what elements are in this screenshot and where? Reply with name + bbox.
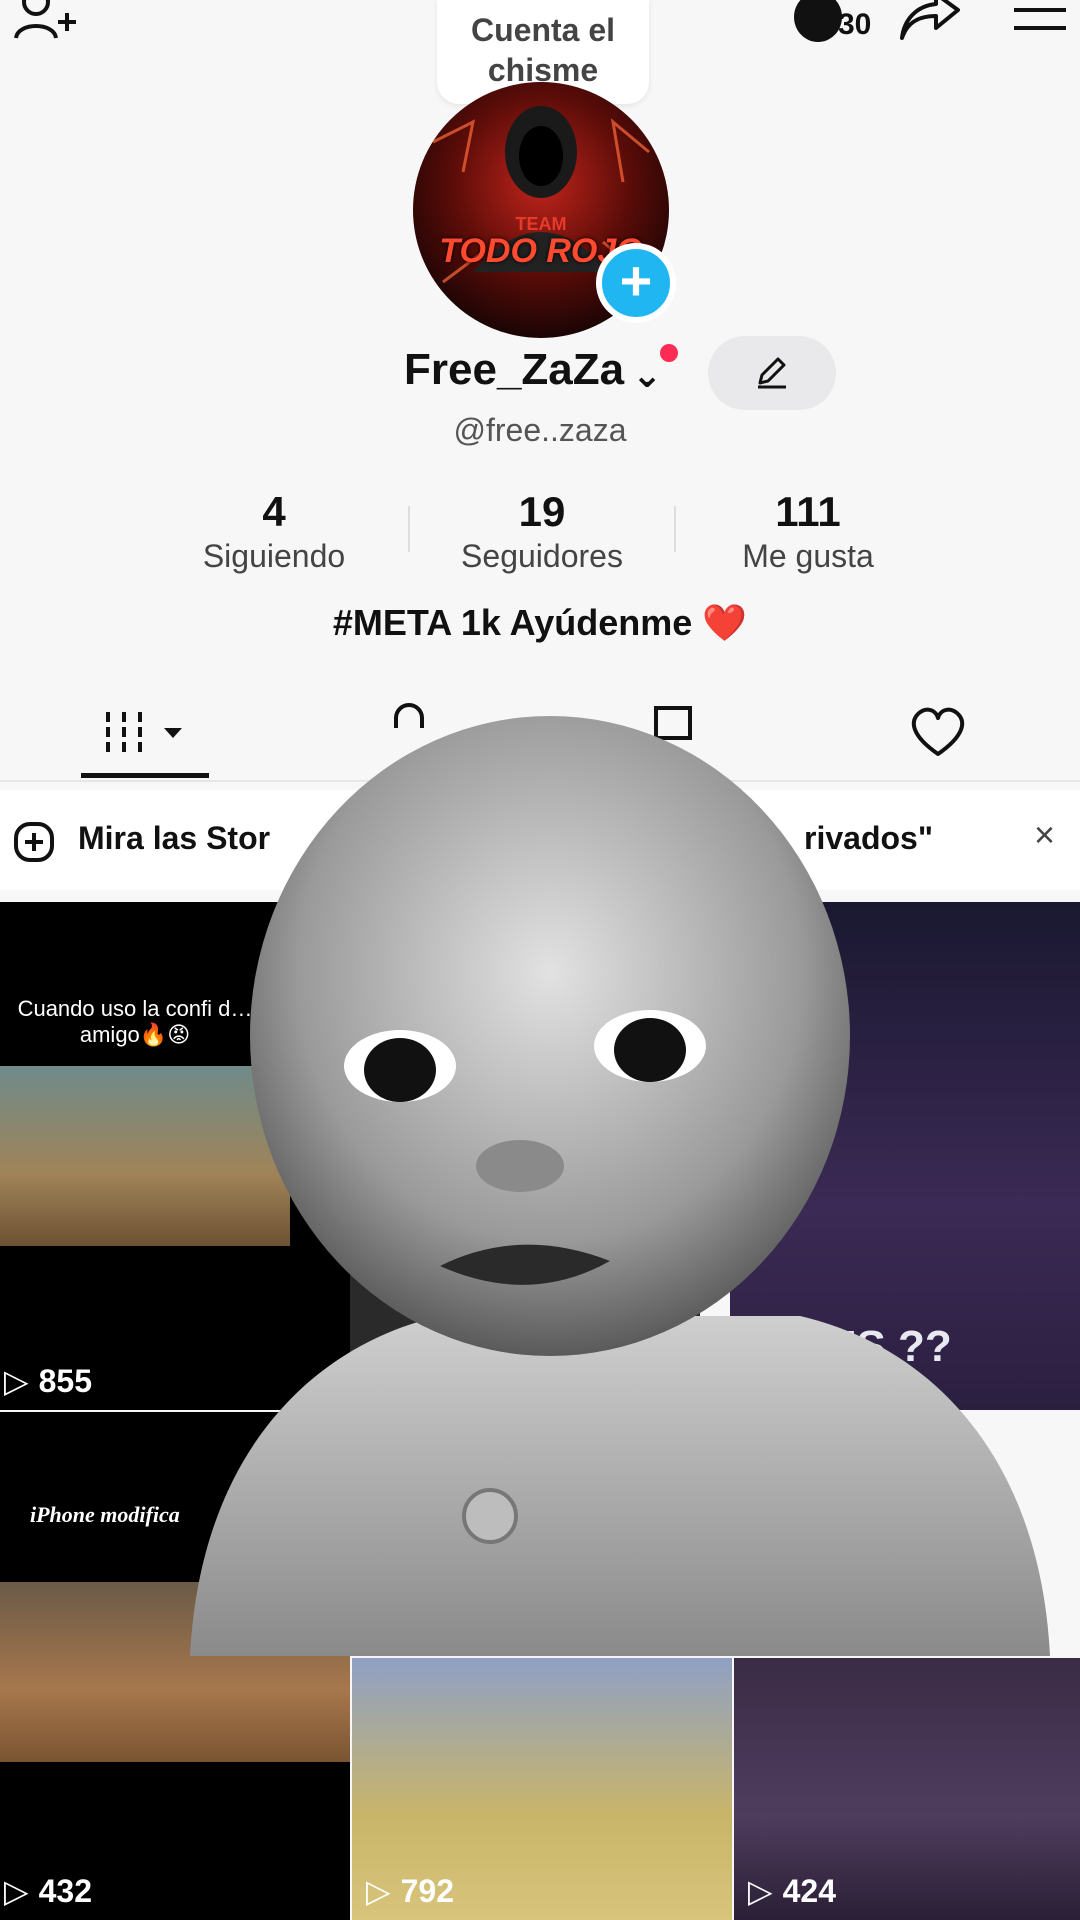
tab-videos[interactable]: [100, 704, 200, 764]
grid-icon: [106, 712, 182, 754]
bubble-line-1: Cuenta el: [470, 12, 616, 48]
username[interactable]: Free_ZaZa: [404, 345, 624, 395]
stat-value: 111: [775, 488, 841, 535]
baby-sticker: [190, 696, 1050, 1656]
pencil-icon: [758, 357, 786, 389]
bio: #META 1k Ayúdenme ❤️: [332, 602, 748, 643]
divider: [408, 506, 410, 552]
view-count-value: 855: [38, 1363, 92, 1399]
user-handle: @free..zaza: [453, 412, 627, 448]
add-story-button[interactable]: +: [596, 243, 676, 323]
divider: [674, 506, 676, 552]
add-friend-icon[interactable]: [12, 0, 78, 40]
stat-value: 4: [262, 488, 286, 535]
play-icon: ▷: [4, 1363, 29, 1399]
menu-icon[interactable]: [1012, 6, 1068, 34]
add-circle-icon: [14, 822, 54, 862]
stat-following[interactable]: 4 Siguiendo: [154, 488, 394, 575]
play-icon: ▷: [748, 1873, 773, 1909]
share-icon[interactable]: [898, 0, 962, 40]
view-count: ▷ 432: [4, 1872, 92, 1910]
stat-followers[interactable]: 19 Seguidores: [422, 488, 662, 575]
notification-badge[interactable]: 30: [794, 0, 878, 44]
view-count-value: 792: [400, 1873, 454, 1909]
stat-label: Me gusta: [742, 538, 874, 574]
view-count: ▷ 855: [4, 1362, 92, 1400]
stat-label: Siguiendo: [202, 538, 346, 574]
stat-value: 19: [518, 488, 566, 535]
view-count-value: 432: [38, 1873, 92, 1909]
play-icon: ▷: [4, 1873, 29, 1909]
stat-likes[interactable]: 111 Me gusta: [688, 488, 928, 575]
video-thumbnail[interactable]: ▷ 792: [352, 1658, 732, 1920]
edit-profile-button[interactable]: [708, 336, 836, 410]
chevron-down-icon[interactable]: ⌄: [632, 354, 662, 396]
notification-count: 30: [838, 8, 872, 41]
view-count: ▷ 792: [366, 1872, 454, 1910]
video-thumbnail[interactable]: ▷ 424: [734, 1658, 1080, 1920]
view-count-value: 424: [782, 1873, 836, 1909]
view-count: ▷ 424: [748, 1872, 836, 1910]
video-caption: iPhone modifica: [30, 1502, 180, 1527]
stat-label: Seguidores: [461, 538, 623, 574]
red-dot-badge: [660, 344, 678, 362]
play-icon: ▷: [366, 1873, 391, 1909]
